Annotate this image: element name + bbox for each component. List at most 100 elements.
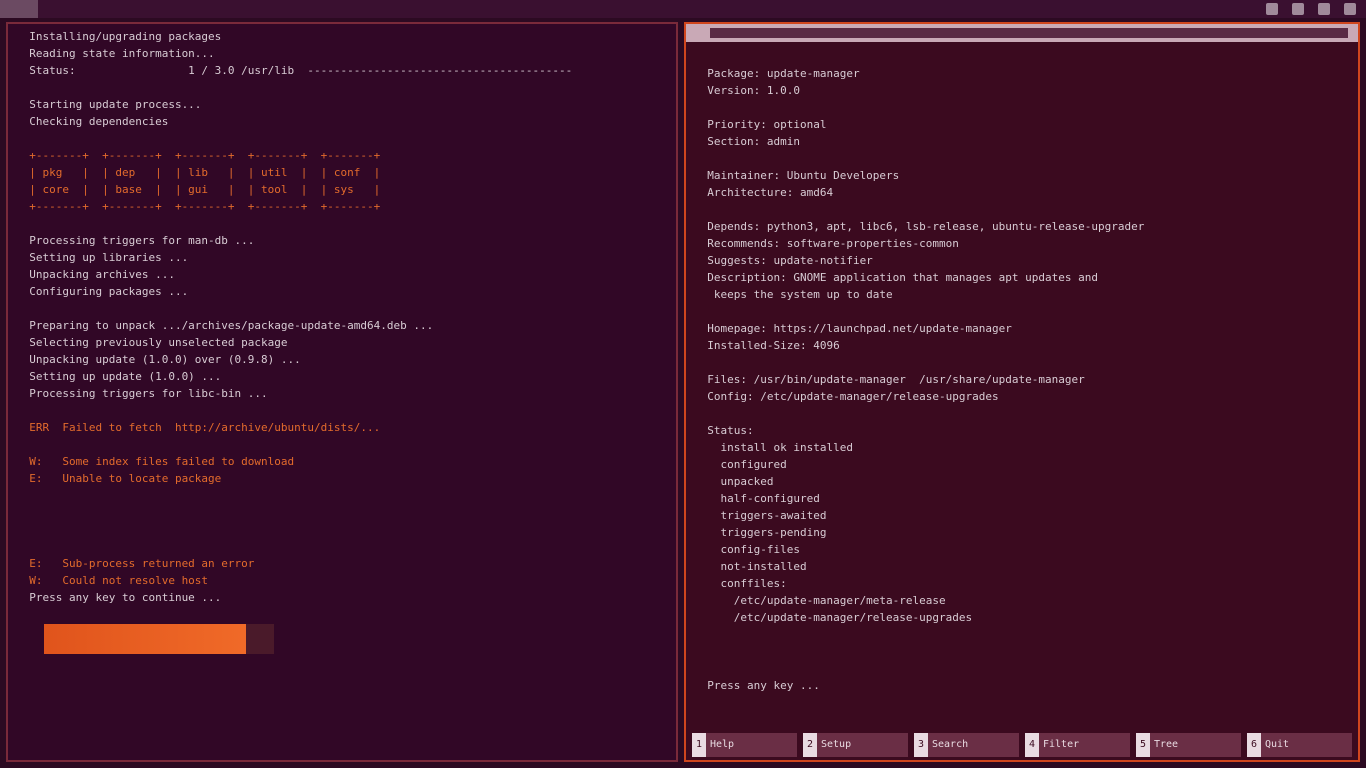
function-key-tree[interactable]: 5 Tree bbox=[1136, 733, 1241, 757]
power-icon[interactable] bbox=[1344, 3, 1356, 15]
terminal-line: +-------+ +-------+ +-------+ +-------+ … bbox=[16, 200, 381, 213]
function-key-number: 1 bbox=[692, 733, 706, 757]
function-key-number: 6 bbox=[1247, 733, 1261, 757]
terminal-line: not-installed bbox=[694, 560, 807, 573]
function-key-label: Filter bbox=[1039, 733, 1130, 757]
function-key-search[interactable]: 3 Search bbox=[914, 733, 1019, 757]
terminal-line: Checking dependencies bbox=[16, 115, 169, 128]
function-key-label: Tree bbox=[1150, 733, 1241, 757]
function-key-label: Quit bbox=[1261, 733, 1352, 757]
terminal-line: install ok installed bbox=[694, 441, 853, 454]
terminal-line: Description: GNOME application that mana… bbox=[694, 271, 1098, 284]
terminal-line: Homepage: https://launchpad.net/update-m… bbox=[694, 322, 1012, 335]
terminal-line: triggers-awaited bbox=[694, 509, 827, 522]
terminal-line: Reading state information... bbox=[16, 47, 215, 60]
terminal-line: /etc/update-manager/release-upgrades bbox=[694, 611, 973, 624]
terminal-line: Press any key ... bbox=[694, 679, 820, 692]
right-terminal-header bbox=[686, 24, 1358, 42]
terminal-line: Package: update-manager bbox=[694, 67, 860, 80]
progress-fill bbox=[44, 624, 247, 654]
right-terminal[interactable]: Package: update-manager Version: 1.0.0 P… bbox=[684, 22, 1360, 762]
function-key-label: Search bbox=[928, 733, 1019, 757]
left-terminal-output: Installing/upgrading packages Reading st… bbox=[16, 28, 670, 606]
terminal-line: Setting up libraries ... bbox=[16, 251, 189, 264]
terminal-line: config-files bbox=[694, 543, 800, 556]
header-fill bbox=[710, 28, 1348, 38]
function-key-number: 2 bbox=[803, 733, 817, 757]
terminal-line: Installed-Size: 4096 bbox=[694, 339, 840, 352]
terminal-line: Starting update process... bbox=[16, 98, 202, 111]
terminal-line: Setting up update (1.0.0) ... bbox=[16, 370, 222, 383]
function-key-number: 5 bbox=[1136, 733, 1150, 757]
terminal-line: W: Could not resolve host bbox=[16, 574, 209, 587]
function-key-label: Setup bbox=[817, 733, 908, 757]
terminal-line: Processing triggers for libc-bin ... bbox=[16, 387, 268, 400]
terminal-line: Files: /usr/bin/update-manager /usr/shar… bbox=[694, 373, 1085, 386]
terminal-line: Maintainer: Ubuntu Developers bbox=[694, 169, 900, 182]
terminal-line: Unpacking update (1.0.0) over (0.9.8) ..… bbox=[16, 353, 301, 366]
volume-icon[interactable] bbox=[1292, 3, 1304, 15]
function-key-help[interactable]: 1 Help bbox=[692, 733, 797, 757]
terminal-line: triggers-pending bbox=[694, 526, 827, 539]
terminal-line: Selecting previously unselected package bbox=[16, 336, 288, 349]
terminal-line: /etc/update-manager/meta-release bbox=[694, 594, 946, 607]
terminal-line: Status: 1 / 3.0 /usr/lib ---------------… bbox=[16, 64, 573, 77]
progress-bar bbox=[16, 622, 274, 656]
terminal-line: half-configured bbox=[694, 492, 820, 505]
battery-icon[interactable] bbox=[1318, 3, 1330, 15]
function-key-label: Help bbox=[706, 733, 797, 757]
function-key-bar: 1 Help 2 Setup 3 Search 4 Filter 5 Tree 6 Quit bbox=[686, 730, 1358, 760]
terminal-line: Priority: optional bbox=[694, 118, 827, 131]
activities-button[interactable] bbox=[0, 0, 38, 18]
network-icon[interactable] bbox=[1266, 3, 1278, 15]
function-key-setup[interactable]: 2 Setup bbox=[803, 733, 908, 757]
function-key-filter[interactable]: 4 Filter bbox=[1025, 733, 1130, 757]
function-key-number: 4 bbox=[1025, 733, 1039, 757]
terminal-line: Version: 1.0.0 bbox=[694, 84, 800, 97]
terminal-line: Section: admin bbox=[694, 135, 800, 148]
terminal-line: Installing/upgrading packages bbox=[16, 30, 222, 43]
function-key-quit[interactable]: 6 Quit bbox=[1247, 733, 1352, 757]
terminal-line: Preparing to unpack .../archives/package… bbox=[16, 319, 434, 332]
left-terminal[interactable]: Installing/upgrading packages Reading st… bbox=[6, 22, 678, 762]
terminal-line: Unpacking archives ... bbox=[16, 268, 175, 281]
terminal-line: Recommends: software-properties-common bbox=[694, 237, 959, 250]
terminal-line: E: Unable to locate package bbox=[16, 472, 222, 485]
top-panel bbox=[0, 0, 1366, 18]
terminal-line: Press any key to continue ... bbox=[16, 591, 222, 604]
system-tray[interactable] bbox=[1266, 3, 1356, 15]
terminal-line: Architecture: amd64 bbox=[694, 186, 834, 199]
terminal-line: E: Sub-process returned an error bbox=[16, 557, 255, 570]
terminal-line: Configuring packages ... bbox=[16, 285, 189, 298]
terminal-line: +-------+ +-------+ +-------+ +-------+ … bbox=[16, 149, 381, 162]
terminal-line: ERR Failed to fetch http://archive/ubunt… bbox=[16, 421, 381, 434]
terminal-line: | core | | base | | gui | | tool | | sys… bbox=[16, 183, 381, 196]
terminal-line: configured bbox=[694, 458, 787, 471]
terminal-line: W: Some index files failed to download bbox=[16, 455, 295, 468]
terminal-line: Processing triggers for man-db ... bbox=[16, 234, 255, 247]
progress-track bbox=[44, 624, 274, 654]
terminal-line: Status: bbox=[694, 424, 754, 437]
clock[interactable] bbox=[610, 3, 760, 15]
terminal-line: Config: /etc/update-manager/release-upgr… bbox=[694, 390, 999, 403]
function-key-number: 3 bbox=[914, 733, 928, 757]
